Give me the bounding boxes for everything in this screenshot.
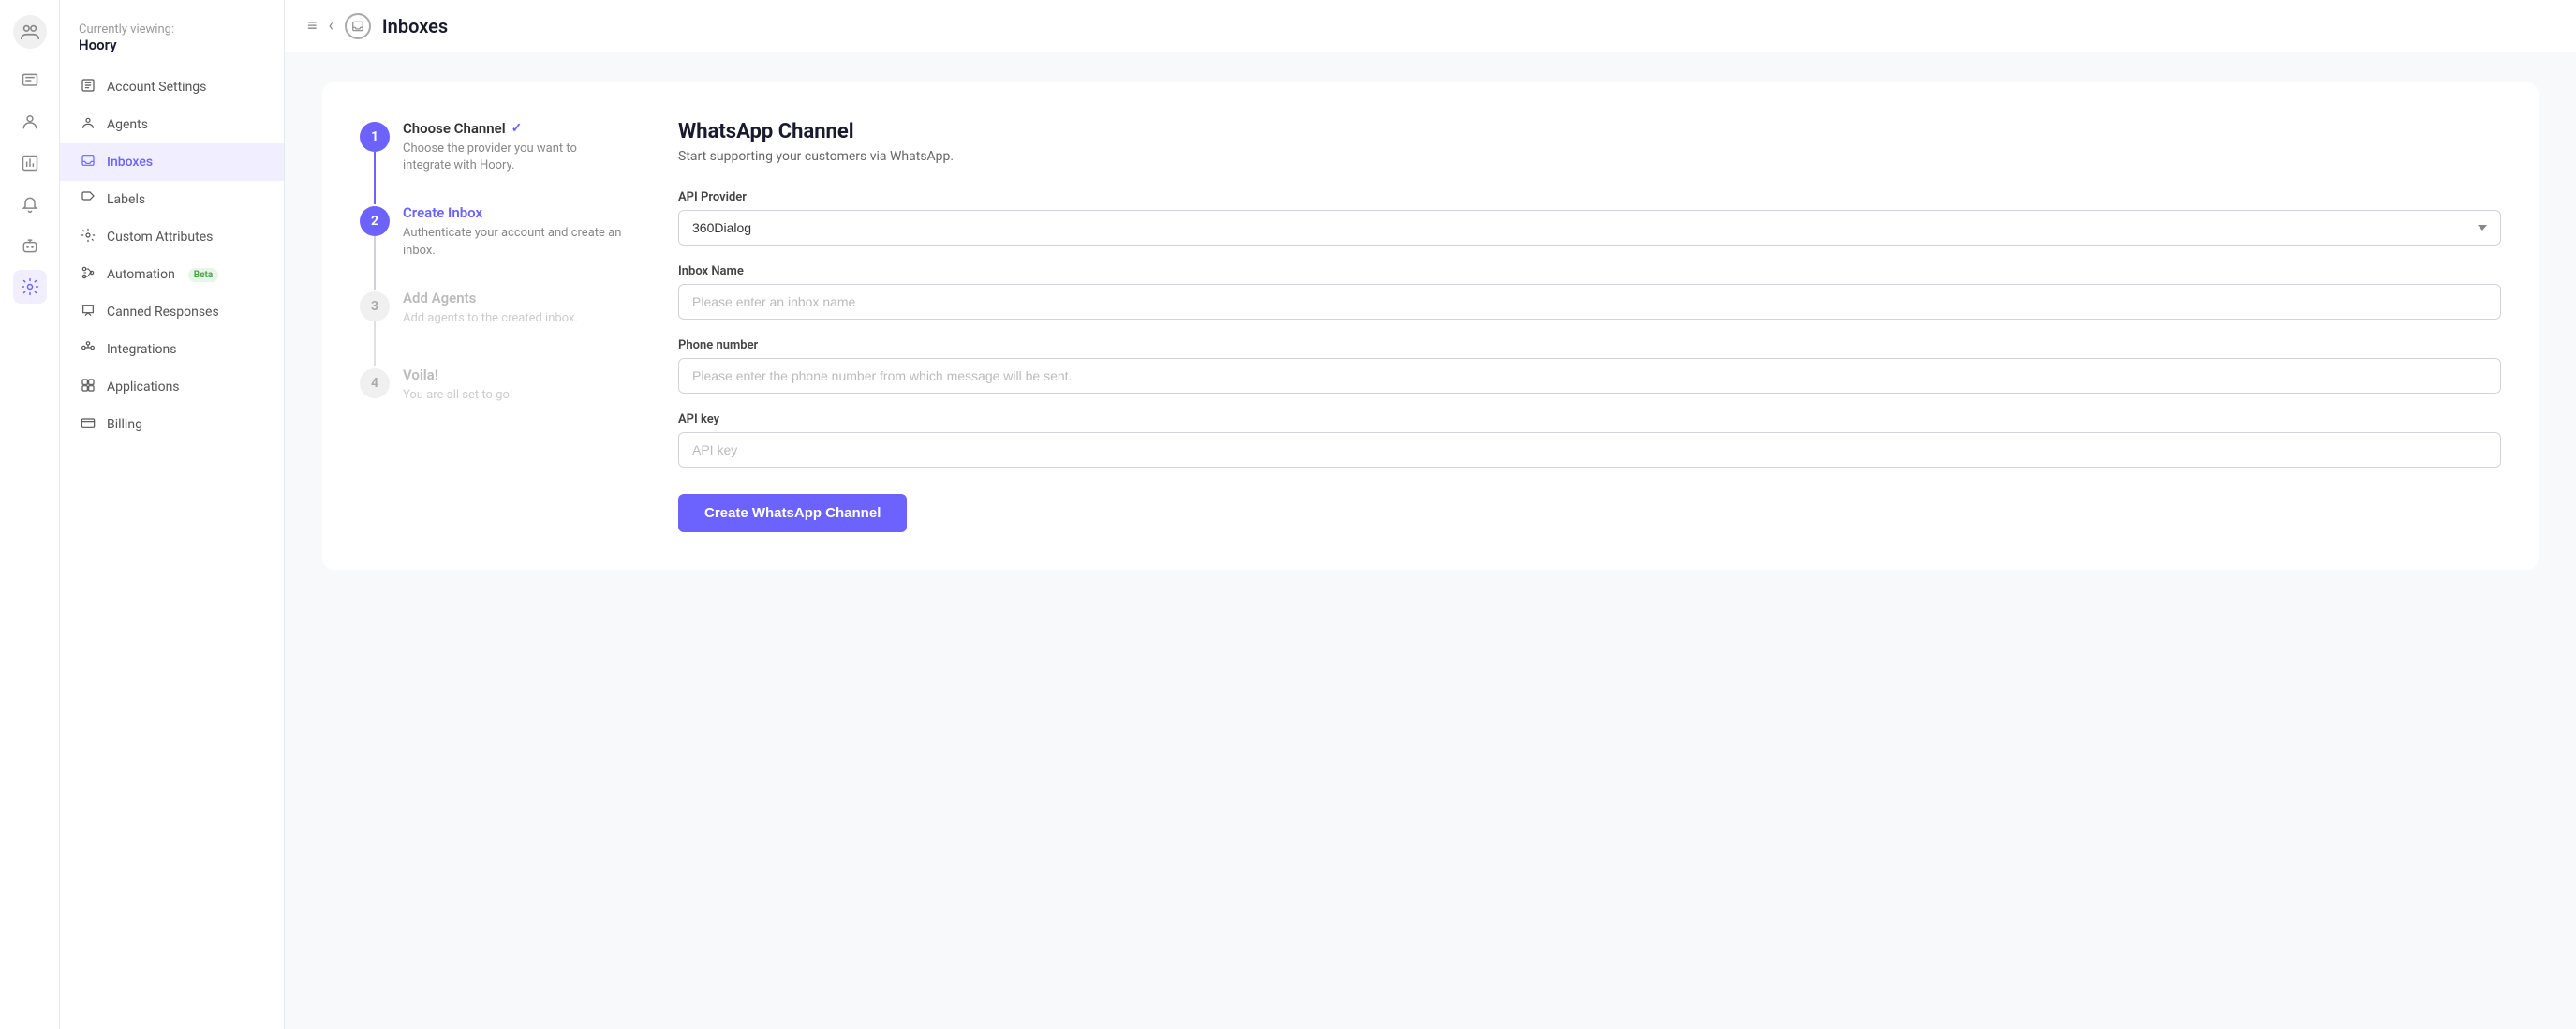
step-2: 2 Create Inbox Authenticate your account… <box>360 204 622 289</box>
api-key-group: API key <box>678 412 2501 468</box>
nav-icon-reports[interactable] <box>13 146 47 180</box>
inbox-circle-icon <box>345 13 371 39</box>
step-2-title: Create Inbox <box>403 204 622 221</box>
nav-icon-contacts[interactable] <box>13 105 47 139</box>
inbox-name-group: Inbox Name <box>678 264 2501 320</box>
agents-icon <box>79 115 97 134</box>
api-provider-label: API Provider <box>678 190 2501 204</box>
sidebar-item-label: Custom Attributes <box>107 230 213 245</box>
step-1-title: Choose Channel ✓ <box>403 120 622 137</box>
step-4: 4 Voila! You are all set to go! <box>360 366 622 434</box>
api-key-label: API key <box>678 412 2501 426</box>
form-subheading: Start supporting your customers via What… <box>678 149 2501 164</box>
inbox-name-input[interactable] <box>678 284 2501 320</box>
sidebar-item-custom-attributes[interactable]: Custom Attributes <box>60 218 284 256</box>
sidebar-item-label: Agents <box>107 117 148 132</box>
phone-number-group: Phone number <box>678 338 2501 394</box>
custom-attributes-icon <box>79 228 97 246</box>
sidebar-item-label: Integrations <box>107 342 176 357</box>
integrations-icon <box>79 340 97 359</box>
applications-icon <box>79 378 97 396</box>
labels-icon <box>79 190 97 209</box>
billing-icon <box>79 415 97 434</box>
sidebar-item-label: Billing <box>107 417 142 432</box>
api-provider-select[interactable]: 360Dialog Twilio MessageBird <box>678 210 2501 246</box>
icon-rail <box>0 0 60 1029</box>
step-2-bubble: 2 <box>360 206 390 236</box>
sidebar-item-automation[interactable]: Automation Beta <box>60 256 284 293</box>
topbar: ≡ ‹ Inboxes <box>285 0 2576 52</box>
create-whatsapp-channel-button[interactable]: Create WhatsApp Channel <box>678 494 907 532</box>
sidebar-item-billing[interactable]: Billing <box>60 406 284 443</box>
step-4-title: Voila! <box>403 366 512 383</box>
sidebar-header: Currently viewing: Hoory <box>60 15 284 68</box>
step-1-check: ✓ <box>511 121 523 136</box>
form-panel: WhatsApp Channel Start supporting your c… <box>678 120 2501 532</box>
step-3-desc: Add agents to the created inbox. <box>403 310 578 327</box>
phone-number-input[interactable] <box>678 358 2501 394</box>
canned-responses-icon <box>79 303 97 321</box>
step-2-content: Create Inbox Authenticate your account a… <box>403 204 622 289</box>
inboxes-icon <box>79 153 97 172</box>
sidebar-item-label: Inboxes <box>107 155 153 170</box>
sidebar-item-integrations[interactable]: Integrations <box>60 331 284 368</box>
nav-icon-conversations[interactable] <box>13 64 47 97</box>
automation-icon <box>79 265 97 284</box>
back-icon[interactable]: ‹ <box>329 16 333 36</box>
inbox-name-label: Inbox Name <box>678 264 2501 278</box>
step-1-content: Choose Channel ✓ Choose the provider you… <box>403 120 622 204</box>
app-avatar <box>13 15 47 49</box>
phone-number-label: Phone number <box>678 338 2501 352</box>
nav-icon-bot[interactable] <box>13 229 47 262</box>
step-1-bubble: 1 <box>360 122 390 152</box>
form-heading: WhatsApp Channel <box>678 120 2501 143</box>
sidebar-item-label: Account Settings <box>107 80 206 95</box>
sidebar-item-label: Labels <box>107 192 145 207</box>
step-4-bubble: 4 <box>360 368 390 398</box>
page-title: Inboxes <box>382 15 448 37</box>
menu-icon[interactable]: ≡ <box>307 16 318 36</box>
step-3-title: Add Agents <box>403 290 578 306</box>
sidebar-item-canned-responses[interactable]: Canned Responses <box>60 293 284 331</box>
nav-icon-settings[interactable] <box>13 270 47 304</box>
sidebar: Currently viewing: Hoory Account Setting… <box>60 0 285 1029</box>
sidebar-item-account-settings[interactable]: Account Settings <box>60 68 284 106</box>
nav-icon-notifications[interactable] <box>13 187 47 221</box>
account-settings-icon <box>79 78 97 97</box>
sidebar-item-agents[interactable]: Agents <box>60 106 284 143</box>
automation-badge: Beta <box>188 268 218 282</box>
sidebar-item-label: Canned Responses <box>107 305 219 320</box>
sidebar-item-label: Automation <box>107 267 175 282</box>
steps-panel: 1 Choose Channel ✓ Choose the provider y… <box>360 120 622 532</box>
org-name: Hoory <box>79 37 265 53</box>
sidebar-item-inboxes[interactable]: Inboxes <box>60 143 284 181</box>
step-1-desc: Choose the provider you want to integrat… <box>403 141 622 174</box>
step-3-bubble: 3 <box>360 291 390 321</box>
api-provider-group: API Provider 360Dialog Twilio MessageBir… <box>678 190 2501 246</box>
step-4-desc: You are all set to go! <box>403 387 512 404</box>
step-1: 1 Choose Channel ✓ Choose the provider y… <box>360 120 622 204</box>
sidebar-item-labels[interactable]: Labels <box>60 181 284 218</box>
step-3: 3 Add Agents Add agents to the created i… <box>360 290 622 366</box>
api-key-input[interactable] <box>678 432 2501 468</box>
step-4-content: Voila! You are all set to go! <box>403 366 512 434</box>
currently-viewing-label: Currently viewing: <box>79 22 265 37</box>
content-card: 1 Choose Channel ✓ Choose the provider y… <box>322 82 2539 570</box>
content-area: 1 Choose Channel ✓ Choose the provider y… <box>285 52 2576 1029</box>
sidebar-item-applications[interactable]: Applications <box>60 368 284 406</box>
sidebar-item-label: Applications <box>107 380 180 395</box>
main-content: ≡ ‹ Inboxes 1 Choose Channel <box>285 0 2576 1029</box>
step-2-desc: Authenticate your account and create an … <box>403 225 622 259</box>
step-3-content: Add Agents Add agents to the created inb… <box>403 290 578 366</box>
